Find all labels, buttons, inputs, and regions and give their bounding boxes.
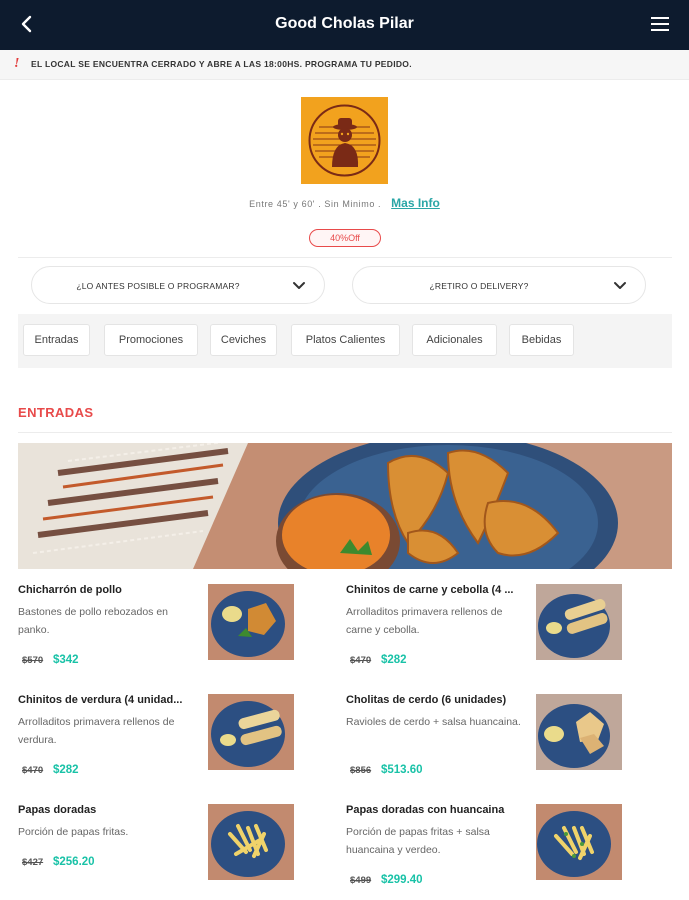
menu-item-description: Porción de papas fritas. bbox=[18, 826, 129, 838]
menu-item-card[interactable]: Cholitas de cerdo (6 unidades) Ravioles … bbox=[346, 694, 658, 794]
menu-item-name: Papas doradas bbox=[18, 804, 97, 816]
menu-item-name: Chicharrón de pollo bbox=[18, 584, 122, 596]
chevron-down-icon bbox=[614, 282, 626, 289]
delivery-mode-select-label: ¿RETIRO O DELIVERY? bbox=[429, 281, 529, 291]
menu-item-name: Papas doradas con huancaina bbox=[346, 804, 505, 816]
menu-item-card[interactable]: Chicharrón de pollo Bastones de pollo re… bbox=[18, 584, 330, 684]
menu-item-card[interactable]: Chinitos de verdura (4 unidad... Arrolla… bbox=[18, 694, 330, 794]
menu-item-image bbox=[208, 804, 294, 880]
more-info-link[interactable]: Mas Info bbox=[391, 196, 440, 210]
menu-item-old-price: $427 bbox=[22, 857, 44, 868]
menu-item-name: Cholitas de cerdo (6 unidades) bbox=[346, 694, 507, 706]
divider bbox=[18, 432, 672, 433]
menu-item-old-price: $499 bbox=[350, 875, 372, 886]
menu-item-price: $282 bbox=[53, 764, 79, 776]
delivery-info-text: Entre 45' y 60' . Sin Minimo . bbox=[249, 199, 382, 209]
closed-notice-text: EL LOCAL SE ENCUENTRA CERRADO Y ABRE A L… bbox=[31, 59, 412, 69]
menu-item-description: Ravioles de cerdo + salsa huancaina. bbox=[346, 716, 521, 728]
menu-item-old-price: $570 bbox=[22, 655, 44, 666]
category-chip-promociones[interactable]: Promociones bbox=[104, 324, 198, 356]
menu-item-price: $299.40 bbox=[381, 874, 423, 886]
page-title: Good Cholas Pilar bbox=[275, 15, 414, 32]
timing-select[interactable]: ¿LO ANTES POSIBLE O PROGRAMAR? bbox=[31, 266, 325, 304]
menu-item-old-price: $470 bbox=[350, 655, 372, 666]
menu-item-price: $256.20 bbox=[53, 856, 95, 868]
menu-item-name: Chinitos de carne y cebolla (4 ... bbox=[346, 584, 514, 596]
chevron-down-icon bbox=[293, 282, 305, 289]
divider bbox=[18, 257, 672, 258]
category-chip-entradas[interactable]: Entradas bbox=[23, 324, 90, 356]
category-chip-adicionales[interactable]: Adicionales bbox=[412, 324, 497, 356]
menu-item-price: $282 bbox=[381, 654, 407, 666]
menu-item-description: Arrolladitos primavera rellenos de carne… bbox=[346, 606, 503, 636]
delivery-info: Entre 45' y 60' . Sin Minimo . Mas Info bbox=[0, 196, 689, 210]
closed-notice: ! EL LOCAL SE ENCUENTRA CERRADO Y ABRE A… bbox=[0, 50, 689, 80]
discount-badge: 40%Off bbox=[309, 229, 381, 247]
menu-item-image bbox=[536, 694, 622, 770]
menu-item-image bbox=[208, 584, 294, 660]
menu-item-image bbox=[536, 804, 622, 880]
alert-icon: ! bbox=[14, 56, 20, 71]
menu-item-description: Bastones de pollo rebozados en panko. bbox=[18, 606, 169, 636]
menu-item-image bbox=[536, 584, 622, 660]
delivery-mode-select[interactable]: ¿RETIRO O DELIVERY? bbox=[352, 266, 646, 304]
category-chip-ceviches[interactable]: Ceviches bbox=[210, 324, 277, 356]
app-header: Good Cholas Pilar bbox=[0, 0, 689, 50]
timing-select-label: ¿LO ANTES POSIBLE O PROGRAMAR? bbox=[76, 281, 240, 291]
menu-item-description: Arrolladitos primavera rellenos de verdu… bbox=[18, 716, 175, 746]
menu-item-price: $513.60 bbox=[381, 764, 423, 776]
section-title: ENTRADAS bbox=[18, 405, 94, 420]
menu-item-card[interactable]: Papas doradas con huancaina Porción de p… bbox=[346, 804, 658, 900]
menu-item-name: Chinitos de verdura (4 unidad... bbox=[18, 694, 183, 706]
menu-item-card[interactable]: Papas doradas Porción de papas fritas. $… bbox=[18, 804, 330, 900]
menu-item-image bbox=[208, 694, 294, 770]
section-banner-image bbox=[18, 443, 672, 569]
store-logo bbox=[301, 97, 388, 184]
category-chip-platos-calientes[interactable]: Platos Calientes bbox=[291, 324, 400, 356]
hamburger-menu-icon[interactable] bbox=[651, 16, 669, 32]
menu-item-card[interactable]: Chinitos de carne y cebolla (4 ... Arrol… bbox=[346, 584, 658, 684]
category-chip-bebidas[interactable]: Bebidas bbox=[509, 324, 574, 356]
menu-item-description: Porción de papas fritas + salsa huancain… bbox=[346, 826, 490, 856]
menu-item-old-price: $470 bbox=[22, 765, 44, 776]
menu-item-price: $342 bbox=[53, 654, 79, 666]
menu-item-old-price: $856 bbox=[350, 765, 372, 776]
category-bar: Entradas Promociones Ceviches Platos Cal… bbox=[18, 314, 672, 368]
